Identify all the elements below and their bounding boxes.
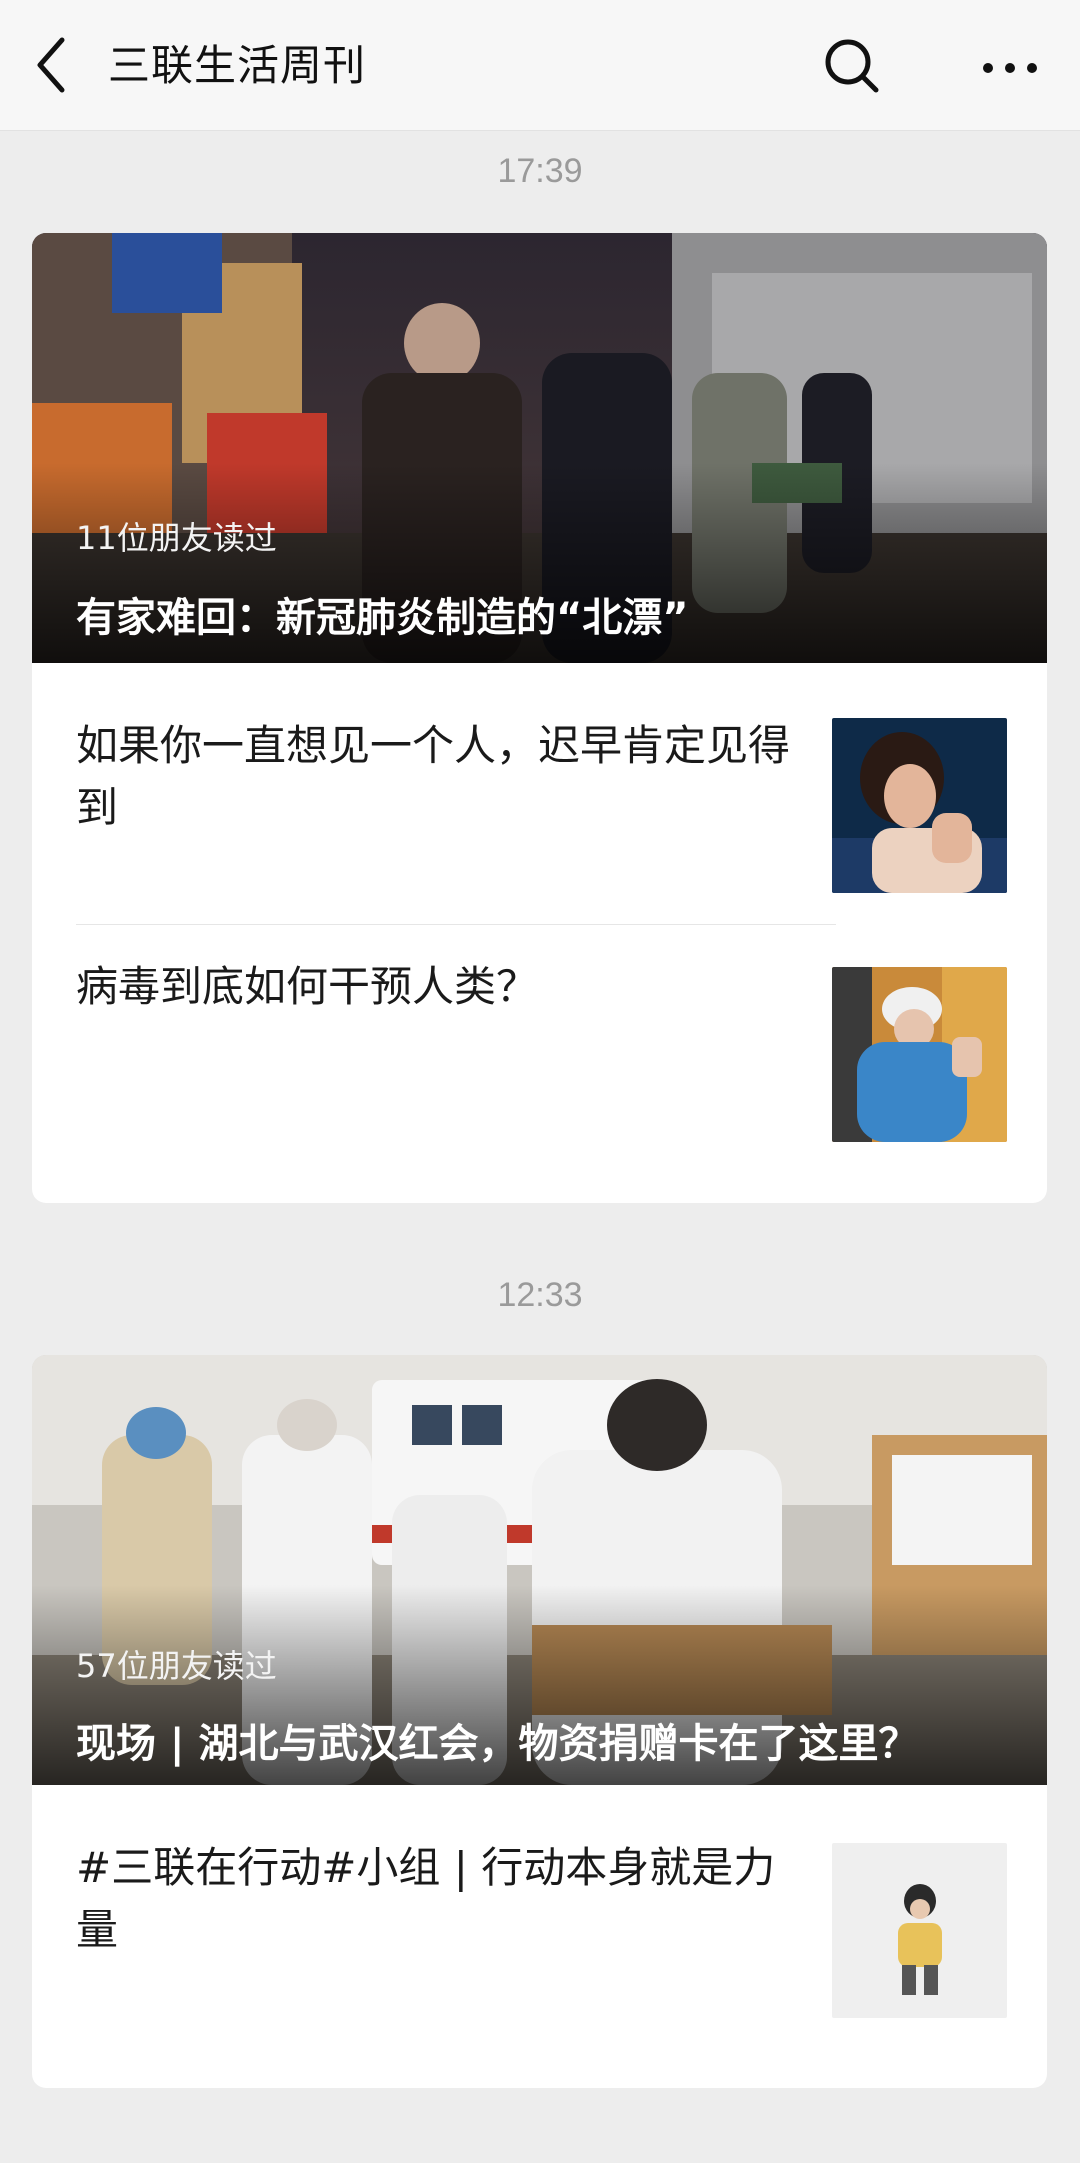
message-timestamp: 17:39 xyxy=(497,152,583,190)
article-thumbnail xyxy=(832,1843,1007,2018)
article-title: 如果你一直想见一个人，迟早肯定见得到 xyxy=(76,721,791,832)
article-card: 11位朋友读过 有家难回：新冠肺炎制造的“北漂” 如果你一直想见一个人，迟早肯定… xyxy=(32,233,1047,1203)
article-title: 病毒到底如何干预人类？ xyxy=(76,962,539,1011)
message-timestamp: 12:33 xyxy=(497,1276,583,1314)
article-thumbnail xyxy=(832,1200,1007,1203)
top-bar: 三联生活周刊 xyxy=(0,0,1080,131)
lead-article[interactable]: 57位朋友读过 现场 | 湖北与武汉红会，物资捐赠卡在了这里？ xyxy=(32,1355,1047,1785)
article-item[interactable]: 如果你一直想见一个人，迟早肯定见得到 xyxy=(32,663,1047,913)
article-title: #三联在行动#小组 | 行动本身就是力量 xyxy=(76,1843,776,1954)
article-thumbnail xyxy=(832,718,1007,893)
more-icon[interactable] xyxy=(975,34,1045,98)
lead-article-title: 现场 | 湖北与武汉红会，物资捐赠卡在了这里？ xyxy=(76,1721,919,1767)
search-icon[interactable] xyxy=(820,34,884,98)
account-title: 三联生活周刊 xyxy=(108,41,367,90)
friends-read-count: 11位朋友读过 xyxy=(76,519,277,557)
friends-read-count: 57位朋友读过 xyxy=(76,1647,277,1685)
article-card: 57位朋友读过 现场 | 湖北与武汉红会，物资捐赠卡在了这里？ #三联在行动#小… xyxy=(32,1355,1047,2088)
lead-article[interactable]: 11位朋友读过 有家难回：新冠肺炎制造的“北漂” xyxy=(32,233,1047,663)
article-thumbnail xyxy=(832,967,1007,1142)
lead-article-title: 有家难回：新冠肺炎制造的“北漂” xyxy=(76,595,689,641)
article-item[interactable]: #三联在行动#小组 | 行动本身就是力量 xyxy=(32,1785,1047,2085)
back-arrow-icon[interactable] xyxy=(30,32,90,98)
